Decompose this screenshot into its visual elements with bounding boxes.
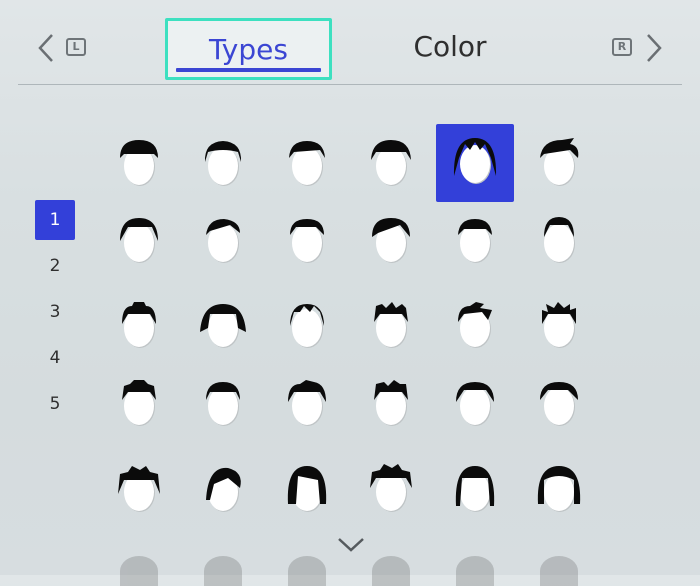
chevron-left-icon[interactable] bbox=[36, 32, 56, 64]
hairstyle-icon bbox=[540, 138, 579, 186]
hair-preview-ghost bbox=[204, 556, 242, 586]
hairstyle-icon bbox=[544, 217, 575, 263]
hairstyle-option[interactable] bbox=[436, 203, 514, 281]
hairstyle-icon bbox=[374, 380, 408, 426]
hairstyle-option[interactable] bbox=[100, 452, 178, 530]
hairstyle-option[interactable] bbox=[100, 288, 178, 366]
r-button-icon: R bbox=[612, 38, 632, 56]
hairstyle-icon bbox=[288, 380, 326, 426]
hairstyle-option[interactable] bbox=[352, 366, 430, 444]
hairstyle-option[interactable] bbox=[268, 203, 346, 281]
tab-types-underline bbox=[176, 68, 321, 72]
page-5[interactable]: 5 bbox=[35, 384, 75, 424]
hairstyle-icon bbox=[120, 218, 158, 263]
hairstyle-option[interactable] bbox=[184, 452, 262, 530]
hairstyle-icon bbox=[455, 466, 495, 512]
chevron-down-icon[interactable] bbox=[336, 536, 366, 554]
tab-bar: L Types Color R bbox=[0, 0, 700, 86]
hairstyle-option[interactable] bbox=[184, 203, 262, 281]
hairstyle-option[interactable] bbox=[520, 452, 598, 530]
hairstyle-option[interactable] bbox=[268, 366, 346, 444]
l-button-icon: L bbox=[66, 38, 86, 56]
hairstyle-icon bbox=[200, 304, 246, 348]
hairstyle-option[interactable] bbox=[520, 203, 598, 281]
tab-types-label: Types bbox=[209, 33, 288, 66]
hairstyle-icon bbox=[456, 382, 494, 426]
hair-preview-ghost bbox=[540, 556, 578, 586]
tab-color[interactable]: Color bbox=[370, 18, 530, 80]
hairstyle-icon bbox=[537, 466, 581, 512]
hairstyle-option[interactable] bbox=[520, 126, 598, 204]
hairstyle-icon bbox=[120, 140, 158, 186]
hairstyle-option[interactable] bbox=[184, 126, 262, 204]
hair-preview-ghost bbox=[120, 556, 158, 586]
hair-preview-ghost bbox=[372, 556, 410, 586]
hairstyle-icon bbox=[374, 302, 408, 348]
hairstyle-option[interactable] bbox=[352, 203, 430, 281]
hairstyle-icon bbox=[122, 380, 156, 426]
hair-preview-ghost bbox=[456, 556, 494, 586]
hairstyle-icon bbox=[206, 467, 241, 512]
hairstyle-option[interactable] bbox=[436, 124, 514, 202]
hairstyle-icon bbox=[206, 219, 240, 263]
page-4[interactable]: 4 bbox=[35, 338, 75, 378]
hairstyle-option[interactable] bbox=[100, 203, 178, 281]
chevron-right-icon[interactable] bbox=[644, 32, 664, 64]
hairstyle-icon bbox=[118, 466, 160, 512]
tab-types[interactable]: Types bbox=[165, 18, 332, 80]
hairstyle-option[interactable] bbox=[268, 126, 346, 204]
hairstyle-icon bbox=[290, 219, 324, 263]
hairstyle-option[interactable] bbox=[184, 366, 262, 444]
hairstyle-icon bbox=[542, 302, 576, 348]
hairstyle-icon bbox=[204, 141, 242, 186]
hairstyle-icon bbox=[540, 382, 578, 426]
page-2[interactable]: 2 bbox=[35, 246, 75, 286]
page-3[interactable]: 3 bbox=[35, 292, 75, 332]
hairstyle-icon bbox=[453, 138, 497, 184]
tab-color-label: Color bbox=[413, 30, 487, 63]
hairstyle-icon bbox=[372, 218, 410, 263]
hairstyle-icon bbox=[371, 140, 411, 186]
tab-divider bbox=[18, 84, 682, 85]
hairstyle-option[interactable] bbox=[100, 366, 178, 444]
hairstyle-option[interactable] bbox=[436, 288, 514, 366]
hairstyle-icon bbox=[458, 302, 492, 348]
hair-preview-ghost bbox=[288, 556, 326, 586]
hairstyle-option[interactable] bbox=[268, 288, 346, 366]
hairstyle-option[interactable] bbox=[352, 452, 430, 530]
page-1[interactable]: 1 bbox=[35, 200, 75, 240]
hairstyle-icon bbox=[290, 304, 324, 348]
hairstyle-option[interactable] bbox=[436, 366, 514, 444]
hairstyle-option[interactable] bbox=[352, 288, 430, 366]
hairstyle-icon bbox=[206, 382, 240, 426]
hairstyle-icon bbox=[289, 141, 325, 186]
hairstyle-option[interactable] bbox=[352, 126, 430, 204]
hairstyle-icon bbox=[122, 302, 156, 348]
hairstyle-option[interactable] bbox=[436, 452, 514, 530]
hairstyle-option[interactable] bbox=[100, 126, 178, 204]
hairstyle-icon bbox=[287, 466, 327, 512]
hairstyle-option[interactable] bbox=[520, 366, 598, 444]
page-selector: 1 2 3 4 5 bbox=[35, 200, 75, 430]
hairstyle-option[interactable] bbox=[184, 288, 262, 366]
hairstyle-icon bbox=[370, 464, 412, 512]
hairstyle-option[interactable] bbox=[520, 288, 598, 366]
hairstyle-option[interactable] bbox=[268, 452, 346, 530]
next-row-preview bbox=[100, 554, 604, 586]
hairstyle-icon bbox=[458, 219, 492, 263]
